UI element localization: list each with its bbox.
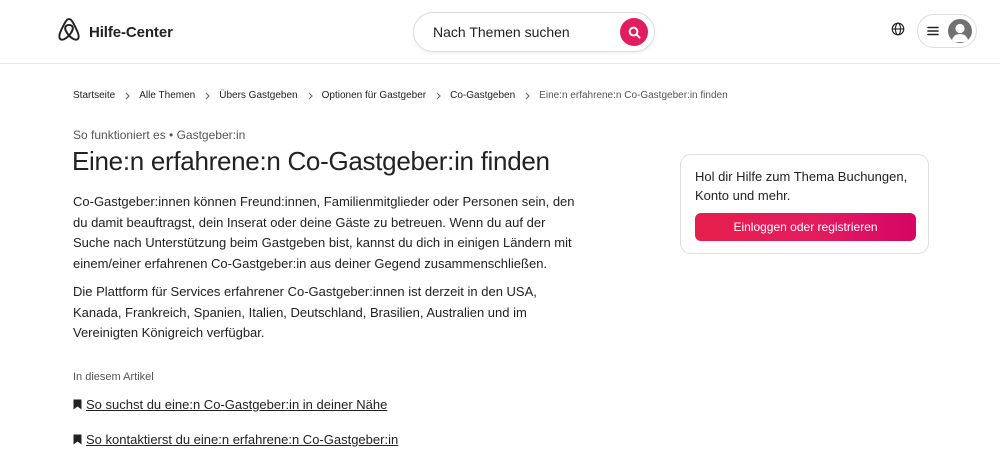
breadcrumb-item-host-options[interactable]: Optionen für Gastgeber bbox=[322, 90, 427, 101]
chevron-right-icon bbox=[125, 92, 131, 100]
breadcrumb: Startseite Alle Themen Übers Gastgeben O… bbox=[73, 90, 728, 101]
breadcrumb-item-home[interactable]: Startseite bbox=[73, 90, 115, 101]
bookmark-icon bbox=[73, 434, 82, 445]
toc-link-contact-cohost[interactable]: So kontaktierst du eine:n erfahrene:n Co… bbox=[73, 432, 398, 447]
help-card-text: Hol dir Hilfe zum Thema Buchungen, Konto… bbox=[695, 169, 908, 203]
toc-link-find-cohost[interactable]: So suchst du eine:n Co-Gastgeber:in in d… bbox=[73, 397, 387, 412]
user-avatar-icon bbox=[948, 19, 972, 43]
search-icon bbox=[628, 26, 641, 39]
breadcrumb-item-all-topics[interactable]: Alle Themen bbox=[139, 90, 195, 101]
toc-link-label: So kontaktierst du eine:n erfahrene:n Co… bbox=[86, 432, 399, 447]
user-menu-button[interactable] bbox=[917, 14, 977, 48]
chevron-right-icon bbox=[308, 92, 313, 100]
chevron-right-icon bbox=[525, 92, 531, 100]
brand-name: Hilfe-Center bbox=[89, 24, 173, 41]
menu-icon bbox=[927, 26, 939, 36]
toc-link-label: So suchst du eine:n Co-Gastgeber:in in d… bbox=[86, 397, 388, 412]
chevron-right-icon bbox=[205, 92, 211, 100]
breadcrumb-item-current: Eine:n erfahrene:n Co-Gastgeber:in finde… bbox=[539, 90, 728, 101]
article-paragraph: Co-Gastgeber:innen können Freund:innen, … bbox=[73, 194, 575, 271]
globe-icon bbox=[891, 22, 905, 36]
article-category: So funktioniert es • Gastgeber:in bbox=[73, 128, 246, 142]
topic-search-bar[interactable]: Nach Themen suchen bbox=[413, 12, 655, 52]
airbnb-logo-icon bbox=[57, 17, 81, 48]
search-button[interactable] bbox=[620, 18, 648, 46]
top-navigation-bar: Hilfe-Center Nach Themen suchen bbox=[0, 0, 1000, 64]
search-label: Nach Themen suchen bbox=[433, 24, 570, 40]
page-title: Eine:n erfahrene:n Co-Gastgeber:in finde… bbox=[72, 146, 550, 176]
home-logo-link[interactable]: Hilfe-Center bbox=[57, 17, 173, 48]
breadcrumb-item-hosting[interactable]: Übers Gastgeben bbox=[219, 90, 297, 101]
chevron-right-icon bbox=[436, 92, 441, 100]
table-of-contents-label: In diesem Artikel bbox=[73, 371, 154, 383]
breadcrumb-item-co-hosting[interactable]: Co-Gastgeben bbox=[450, 90, 515, 101]
language-button[interactable] bbox=[888, 19, 908, 39]
login-register-button[interactable]: Einloggen oder registrieren bbox=[695, 213, 916, 241]
article-paragraph: Die Plattform für Services erfahrener Co… bbox=[73, 284, 537, 340]
help-login-card: Hol dir Hilfe zum Thema Buchungen, Konto… bbox=[680, 154, 929, 254]
bookmark-icon bbox=[73, 399, 82, 410]
